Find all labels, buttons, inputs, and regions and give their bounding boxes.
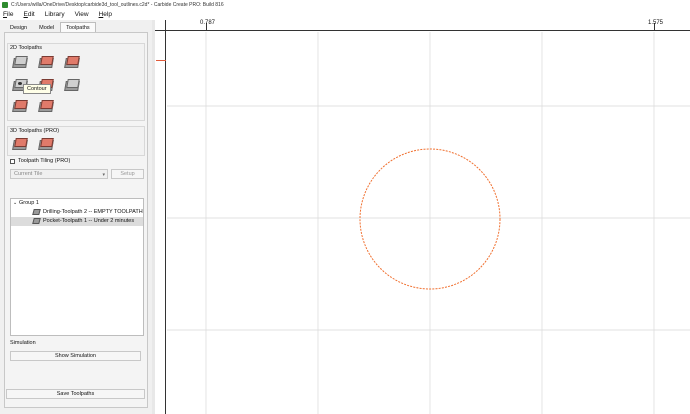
pocket-toolpath-icon[interactable] <box>38 55 54 69</box>
tab-design[interactable]: Design <box>4 22 33 32</box>
ruler-corner <box>155 20 166 31</box>
finish-3d-toolpath-icon[interactable] <box>38 137 54 151</box>
left-panel: Design Model Toolpaths 2D Toolpaths Cont… <box>0 20 152 414</box>
toolpath-icon <box>32 218 41 224</box>
menu-help[interactable]: Help <box>98 11 113 18</box>
simulation-label: Simulation <box>10 340 36 346</box>
tab-bar: Design Model Toolpaths <box>4 22 96 32</box>
menu-bar: File Edit Library View Help <box>0 9 690 20</box>
tiling-checkbox[interactable] <box>10 159 15 164</box>
label-3d-toolpaths: 3D Toolpaths (PRO) <box>10 128 60 134</box>
contour-tooltip: Contour <box>23 84 51 94</box>
menu-file[interactable]: File <box>2 11 15 18</box>
tree-item-label: Drilling-Toolpath 2 -- EMPTY TOOLPATH <box>43 209 143 215</box>
app-icon <box>2 1 8 8</box>
chevron-down-icon: ▾ <box>102 172 105 178</box>
toolpath-icon <box>32 209 41 215</box>
toolpath-tree: ⌄ Group 1 Drilling-Toolpath 2 -- EMPTY T… <box>10 198 144 336</box>
show-simulation-button[interactable]: Show Simulation <box>10 351 141 361</box>
contour-toolpath-icon[interactable] <box>12 55 28 69</box>
tiling-setup-button[interactable]: Setup <box>111 169 144 179</box>
tree-item-pocket[interactable]: Pocket-Toolpath 1 -- Under 2 minutes <box>11 217 143 226</box>
canvas-area[interactable]: 0.787 1.575 <box>155 20 690 414</box>
label-2d-toolpaths: 2D Toolpaths <box>10 45 43 51</box>
ruler-label: 0.787 <box>200 20 216 26</box>
menu-edit[interactable]: Edit <box>23 11 36 18</box>
design-canvas[interactable] <box>167 32 690 414</box>
tab-model[interactable]: Model <box>33 22 60 32</box>
canvas-grid <box>167 32 690 414</box>
menu-library[interactable]: Library <box>44 11 66 18</box>
engrave-toolpath-icon[interactable] <box>38 99 54 113</box>
caret-down-icon[interactable]: ⌄ <box>13 199 17 208</box>
tab-toolpaths[interactable]: Toolpaths <box>60 22 96 32</box>
rough-3d-toolpath-icon[interactable] <box>12 137 28 151</box>
tree-group-row[interactable]: ⌄ Group 1 <box>11 199 143 208</box>
chamfer-toolpath-icon[interactable] <box>12 99 28 113</box>
save-toolpaths-button[interactable]: Save Toolpaths <box>6 389 145 399</box>
toolpaths-panel: 2D Toolpaths Contour 3D Toolpaths (PRO) … <box>4 32 148 408</box>
vcarve-toolpath-icon[interactable] <box>64 55 80 69</box>
texture-toolpath-icon[interactable] <box>64 78 80 92</box>
ruler-top: 0.787 1.575 <box>166 20 690 31</box>
current-tile-select[interactable]: Current Tile ▾ <box>10 169 108 179</box>
tree-item-drilling[interactable]: Drilling-Toolpath 2 -- EMPTY TOOLPATH <box>11 208 143 217</box>
ruler-label: 1.575 <box>648 20 664 26</box>
tiling-label: Toolpath Tiling (PRO) <box>18 158 71 164</box>
current-tile-value: Current Tile <box>14 171 43 177</box>
window-title: C:/Users/willa/OneDrive/Desktop/carbide3… <box>11 1 224 8</box>
tree-group-label: Group 1 <box>19 200 39 206</box>
title-bar: C:/Users/willa/OneDrive/Desktop/carbide3… <box>0 0 690 9</box>
menu-view[interactable]: View <box>74 11 90 18</box>
ruler-position-marker <box>156 60 166 61</box>
ruler-left <box>155 31 166 414</box>
tree-item-label: Pocket-Toolpath 1 -- Under 2 minutes <box>43 218 135 224</box>
